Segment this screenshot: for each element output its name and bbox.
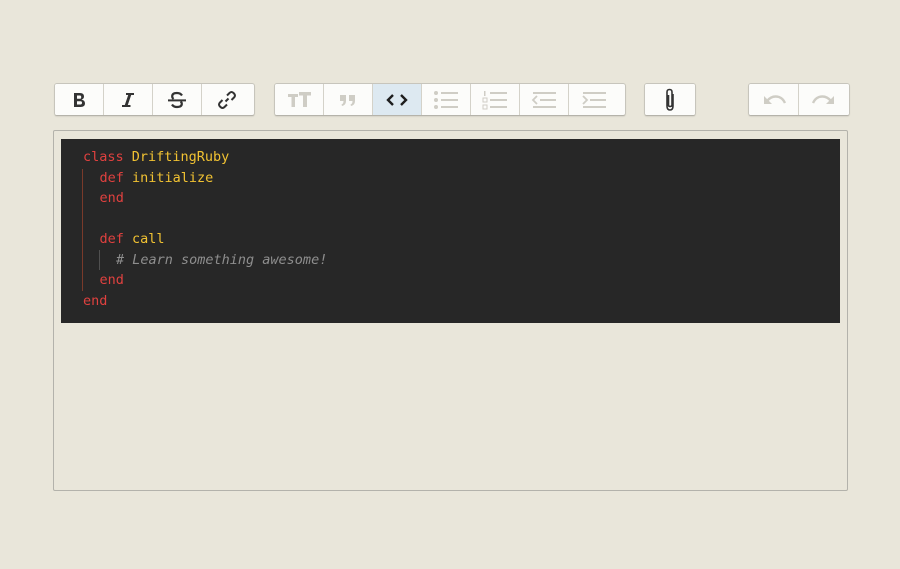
- code-line: # Learn something awesome!: [116, 250, 327, 270]
- indent-icon: [581, 91, 606, 108]
- link-button[interactable]: [202, 84, 251, 115]
- numbered-list-icon: [482, 90, 507, 109]
- editor-toolbar: [0, 83, 900, 116]
- undo-button[interactable]: [749, 84, 799, 115]
- code-button[interactable]: [373, 84, 422, 115]
- rich-text-editor[interactable]: class DriftingRuby def initialize end def c…: [53, 130, 848, 491]
- code-block: class DriftingRuby def initialize end def c…: [61, 139, 840, 323]
- undo-icon: [763, 94, 786, 104]
- code-line: class DriftingRuby: [83, 147, 229, 167]
- decrease-indent-button[interactable]: [520, 84, 569, 115]
- code-icon: [386, 93, 408, 106]
- numbered-list-button[interactable]: [471, 84, 520, 115]
- code-keyword: class: [83, 149, 132, 165]
- bullet-list-icon: [434, 90, 458, 109]
- strikethrough-button[interactable]: [153, 84, 202, 115]
- redo-icon: [811, 94, 834, 104]
- italic-button[interactable]: [104, 84, 153, 115]
- text-tools-group: [54, 83, 255, 116]
- file-tools-group: [644, 83, 696, 116]
- strikethrough-icon: [168, 91, 186, 108]
- code-keyword: end: [99, 190, 124, 206]
- bold-icon: [74, 92, 85, 107]
- code-keyword: def: [99, 231, 133, 247]
- code-line: end: [83, 291, 107, 311]
- link-icon: [217, 90, 236, 109]
- code-identifier: call: [132, 231, 165, 247]
- code-identifier: DriftingRuby: [131, 149, 230, 165]
- paperclip-icon: [666, 88, 674, 111]
- code-line: def initialize: [100, 168, 214, 188]
- code-line: def call: [100, 229, 165, 249]
- redo-button[interactable]: [799, 84, 849, 115]
- outdent-icon: [531, 91, 556, 108]
- code-keyword: def: [99, 169, 133, 186]
- heading-button[interactable]: [275, 84, 324, 115]
- heading-icon: [288, 91, 311, 107]
- code-keyword: end: [83, 292, 108, 309]
- indent-guide: [99, 250, 100, 270]
- code-identifier: initialize: [132, 169, 214, 186]
- italic-icon: [122, 92, 134, 107]
- code-line: end: [100, 270, 124, 290]
- quote-button[interactable]: [324, 84, 373, 115]
- block-tools-group: [274, 83, 626, 116]
- bullet-list-button[interactable]: [422, 84, 471, 115]
- indent-guide: [82, 169, 83, 291]
- code-line: end: [100, 188, 124, 208]
- code-keyword: end: [99, 272, 124, 288]
- history-tools-group: [748, 83, 850, 116]
- increase-indent-button[interactable]: [569, 84, 618, 115]
- code-comment: # Learn something awesome!: [116, 251, 328, 268]
- quote-icon: [340, 94, 355, 106]
- bold-button[interactable]: [55, 84, 104, 115]
- attach-file-button[interactable]: [645, 84, 695, 115]
